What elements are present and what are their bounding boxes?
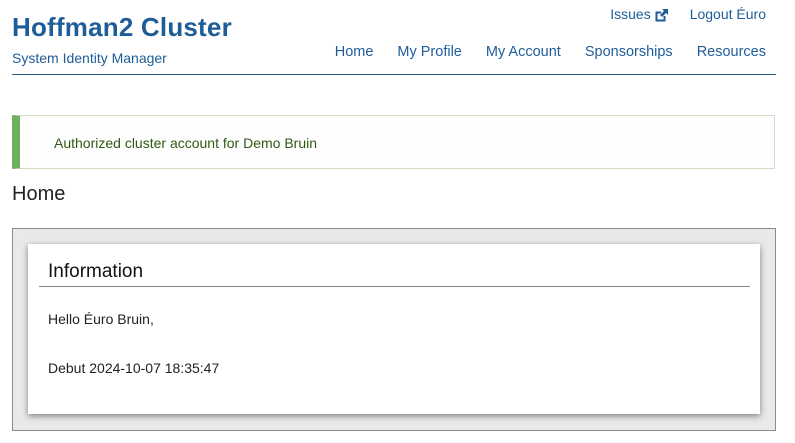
card-title: Information xyxy=(48,261,144,282)
nav-resources[interactable]: Resources xyxy=(697,43,766,61)
main-nav: Home My Profile My Account Sponsorships … xyxy=(335,43,766,61)
issues-link-label: Issues xyxy=(610,6,651,22)
site-subtitle: System Identity Manager xyxy=(12,50,167,66)
success-alert: Authorized cluster account for Demo Brui… xyxy=(12,115,775,169)
card-divider xyxy=(39,286,750,287)
nav-my-account[interactable]: My Account xyxy=(486,43,561,61)
information-card: Information Hello Éuro Bruin, Debut 2024… xyxy=(28,244,760,414)
nav-sponsorships[interactable]: Sponsorships xyxy=(585,43,673,61)
page: Hoffman2 Cluster System Identity Manager… xyxy=(0,0,795,443)
debut-timestamp: Debut 2024-10-07 18:35:47 xyxy=(48,360,220,376)
content-well: Information Hello Éuro Bruin, Debut 2024… xyxy=(12,228,776,431)
external-link-icon xyxy=(655,8,668,21)
header-divider xyxy=(12,74,776,75)
utility-links: Issues Logout Éuro xyxy=(610,5,766,23)
nav-my-profile[interactable]: My Profile xyxy=(397,43,461,61)
issues-link[interactable]: Issues xyxy=(610,5,668,23)
nav-home[interactable]: Home xyxy=(335,43,374,61)
logout-link[interactable]: Logout Éuro xyxy=(690,5,766,23)
site-title[interactable]: Hoffman2 Cluster xyxy=(12,11,232,43)
alert-message: Authorized cluster account for Demo Brui… xyxy=(54,135,318,151)
page-title: Home xyxy=(12,183,66,205)
greeting-text: Hello Éuro Bruin, xyxy=(48,311,154,327)
